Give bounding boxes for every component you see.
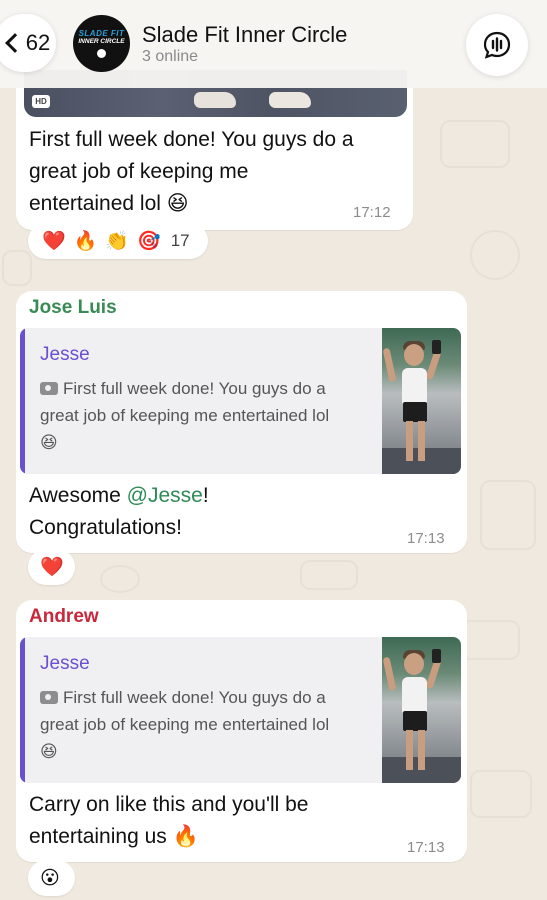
quote-text-line: First full week done! You guys do a [63, 379, 326, 398]
message-text-line: Carry on like this and you'll be [29, 793, 309, 816]
camera-icon [40, 382, 58, 395]
sender-name[interactable]: Andrew [29, 606, 99, 628]
message-text-line: Congratulations! [29, 516, 182, 539]
message-time: 17:13 [407, 839, 445, 856]
message-bubble[interactable]: First full week done! You guys do a grea… [16, 70, 413, 230]
reactions-bar[interactable]: 😮 [28, 860, 75, 896]
message-text: First full week done! You guys do a grea… [29, 124, 354, 220]
logo-text-line2: INNER CIRCLE [78, 37, 125, 45]
message-text: Awesome @Jesse! Congratulations! [29, 480, 209, 544]
quote-text: First full week done! You guys do a grea… [40, 375, 375, 456]
reactions-bar[interactable]: ❤️ [28, 549, 75, 585]
message-bubble[interactable]: Andrew Jesse First full week done! You g… [16, 600, 467, 862]
quote-author: Jesse [40, 344, 90, 365]
quote-bar [20, 637, 25, 783]
group-name[interactable]: Slade Fit Inner Circle [142, 22, 347, 48]
message-time: 17:12 [353, 204, 391, 221]
photo-detail [269, 92, 311, 108]
message-text-part: ! [202, 484, 209, 507]
quote-text-line: 😆 [40, 742, 58, 761]
quoted-message[interactable]: Jesse First full week done! You guys do … [20, 637, 461, 783]
reactions-bar[interactable]: ❤️ 🔥 👏 🎯 17 [28, 223, 208, 259]
quote-text-line: great job of keeping me entertained lol [40, 715, 330, 734]
quoted-message[interactable]: Jesse First full week done! You guys do … [20, 328, 461, 474]
message-text-part: Awesome [29, 484, 127, 507]
unread-count: 62 [25, 30, 51, 55]
back-button[interactable]: 62 [0, 14, 56, 72]
reaction-heart: ❤️ [42, 230, 66, 252]
reaction-target: 🎯 [137, 230, 161, 252]
online-status: 3 online [142, 48, 199, 65]
quote-text-line: great job of keeping me entertained lol [40, 406, 330, 425]
reaction-clap: 👏 [105, 230, 130, 252]
group-avatar[interactable]: SLADE FIT INNER CIRCLE [73, 15, 130, 72]
quote-bar [20, 328, 25, 474]
quote-photo-thumbnail [382, 637, 461, 783]
message-time: 17:13 [407, 530, 445, 547]
quote-text-line: First full week done! You guys do a [63, 688, 326, 707]
hd-badge: HD [32, 95, 50, 108]
chat-header: 62 SLADE FIT INNER CIRCLE Slade Fit Inne… [0, 0, 547, 88]
reaction-surprised: 😮 [40, 867, 60, 889]
voice-chat-button[interactable] [466, 14, 528, 76]
photo-detail [194, 92, 236, 108]
quote-text: First full week done! You guys do a grea… [40, 684, 375, 765]
message-text-line: great job of keeping me [29, 160, 249, 183]
message-bubble[interactable]: Jose Luis Jesse First full week done! Yo… [16, 291, 467, 553]
message-text-line: entertained lol 😆 [29, 192, 189, 215]
reaction-fire: 🔥 [73, 230, 98, 252]
logo-mark-icon [97, 48, 106, 58]
logo-text-line1: SLADE FIT [78, 28, 125, 38]
quote-photo-thumbnail [382, 328, 461, 474]
quote-text-line: 😆 [40, 433, 58, 452]
message-text-line: First full week done! You guys do a [29, 128, 354, 151]
quote-author: Jesse [40, 653, 90, 674]
camera-icon [40, 691, 58, 704]
reaction-count: 17 [170, 231, 190, 250]
sender-name[interactable]: Jose Luis [29, 297, 117, 319]
message-text: Carry on like this and you'll be enterta… [29, 789, 308, 853]
voice-chat-icon [483, 31, 511, 59]
mention-link[interactable]: @Jesse [127, 484, 203, 507]
reaction-heart: ❤️ [40, 556, 64, 578]
message-text-line: entertaining us 🔥 [29, 825, 199, 848]
chevron-left-icon [4, 33, 25, 53]
